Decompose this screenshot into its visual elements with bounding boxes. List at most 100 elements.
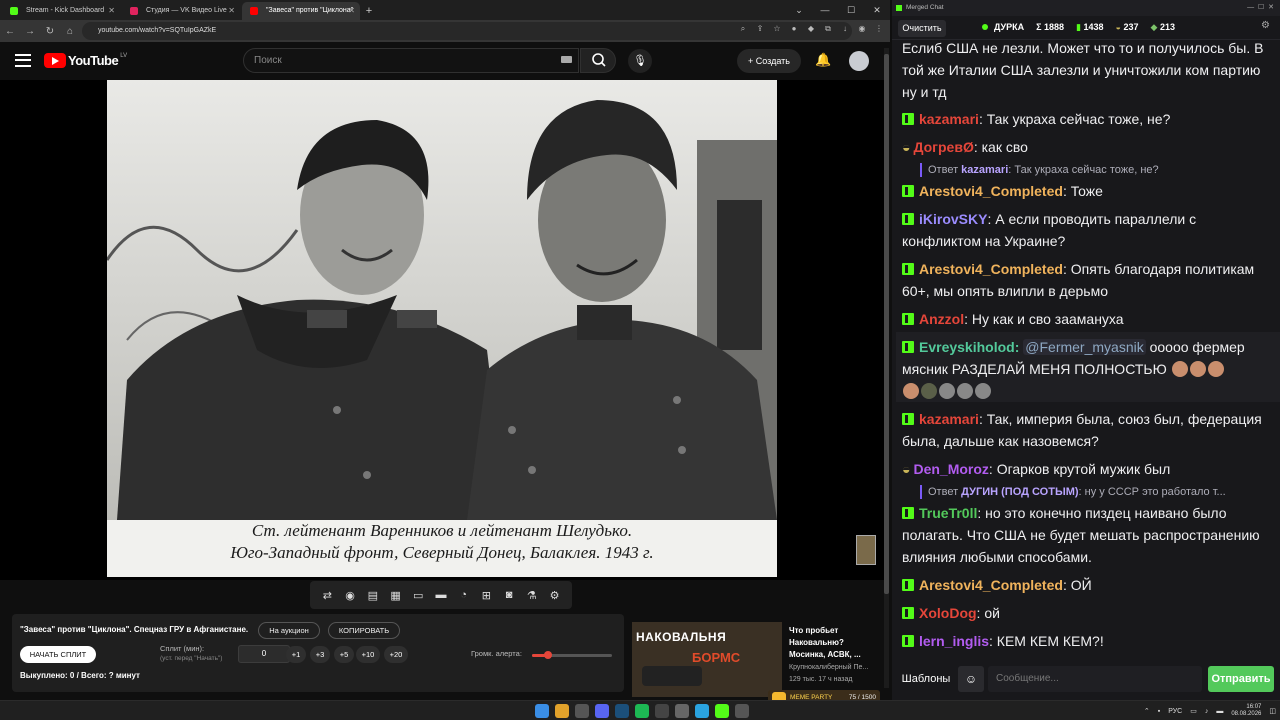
clear-chat-button[interactable]: Очистить — [898, 20, 946, 37]
recommended-channel[interactable]: Крупнокалиберный Пе... — [789, 663, 881, 673]
recommended-video-info[interactable]: Что пробьет Наковальню? Мосинка, АСВК, .… — [789, 625, 881, 685]
reply-user[interactable]: kazamari — [961, 164, 1008, 176]
clock[interactable]: 16:07 08.08.2026 — [1231, 704, 1261, 718]
url-field[interactable]: youtube.com/watch?v=SQTuIpGAZkE — [82, 22, 852, 40]
zoom-icon[interactable]: ⌕ — [738, 23, 748, 35]
clapper-icon[interactable]: ▦ — [389, 589, 403, 602]
tray-arrow-icon[interactable]: ⌃ — [1144, 707, 1150, 715]
add-icon[interactable]: ⊞ — [479, 589, 493, 602]
menu-icon[interactable]: ⋮ — [874, 23, 884, 35]
chat-username[interactable]: Den_Moroz — [913, 461, 988, 477]
battery-icon[interactable]: ▬ — [1216, 708, 1223, 715]
cinema-icon[interactable]: ▬ — [434, 589, 448, 601]
chat-settings-gear-icon[interactable]: ⚙ — [1261, 20, 1270, 31]
avatar[interactable] — [849, 51, 869, 71]
home-icon[interactable]: ⌂ — [60, 26, 80, 37]
forward-icon[interactable]: → — [20, 26, 40, 37]
spotify-icon[interactable] — [635, 704, 649, 718]
chat-username[interactable]: Arestovi4_Completed — [919, 261, 1063, 277]
subtitles-icon[interactable]: ▤ — [366, 589, 380, 602]
tab-youtube-video[interactable]: "Завеса" против "Циклона" ✕ — [242, 2, 360, 20]
send-button[interactable]: Отправить — [1208, 666, 1274, 692]
chrome-icon[interactable] — [555, 704, 569, 718]
extension-icon[interactable]: ● — [789, 23, 799, 35]
chat-username[interactable]: ДогревØ — [913, 139, 973, 155]
camera-icon[interactable]: ◙ — [502, 589, 516, 601]
youtube-logo[interactable]: YouTube LV — [44, 53, 127, 68]
page-scrollbar[interactable] — [884, 48, 889, 688]
share-icon[interactable]: ⇪ — [755, 23, 765, 35]
chat-username[interactable]: kazamari — [919, 111, 979, 127]
kick-app-icon[interactable] — [715, 704, 729, 718]
user-mention[interactable]: @Fermer_myasnik — [1023, 339, 1146, 355]
search-input[interactable]: Поиск — [243, 48, 579, 73]
start-split-button[interactable]: НАЧАТЬ СПЛИТ — [20, 646, 96, 663]
chat-username[interactable]: Arestovi4_Completed — [919, 577, 1063, 593]
create-button[interactable]: + Создать — [737, 49, 801, 73]
keyboard-icon[interactable] — [561, 56, 572, 63]
increment-button[interactable]: +20 — [384, 646, 408, 663]
app-icon[interactable] — [735, 704, 749, 718]
alert-volume-slider[interactable] — [532, 651, 612, 659]
chat-username[interactable]: kazamari — [919, 411, 979, 427]
reply-user[interactable]: ДУГИН (ПОД СОТЫМ) — [961, 486, 1078, 498]
close-tab-icon[interactable]: ✕ — [108, 2, 115, 20]
network-icon[interactable]: ▭ — [1190, 707, 1197, 715]
download-icon[interactable]: ↓ — [840, 23, 850, 35]
speed-icon[interactable]: ◔ — [457, 589, 471, 601]
hamburger-menu-icon[interactable] — [15, 54, 31, 67]
minimize-icon[interactable]: — — [812, 0, 838, 20]
extension-icon[interactable]: ◆ — [806, 23, 816, 35]
gear-icon[interactable]: ⚙ — [548, 589, 562, 602]
chat-username[interactable]: XoloDog — [919, 605, 977, 621]
picture-in-picture-icon[interactable]: ▭ — [411, 589, 425, 602]
app-icon[interactable] — [575, 704, 589, 718]
profile-icon[interactable]: ◉ — [857, 23, 867, 35]
audio-icon[interactable]: ◉ — [343, 589, 357, 602]
chat-username[interactable]: TrueTr0ll — [919, 505, 977, 521]
close-tab-icon[interactable]: ✕ — [228, 2, 235, 20]
reload-icon[interactable]: ↻ — [40, 26, 60, 37]
tray-app-icon[interactable]: ▪ — [1158, 708, 1160, 715]
tab-kick-dashboard[interactable]: Stream - Kick Dashboard ✕ — [2, 2, 120, 20]
volume-icon[interactable]: ♪ — [1205, 708, 1209, 715]
maximize-icon[interactable]: ☐ — [838, 0, 864, 20]
message-input[interactable]: Сообщение... — [988, 666, 1202, 692]
scrollbar-thumb[interactable] — [884, 54, 889, 594]
chat-username[interactable]: Evreyskiholod — [919, 339, 1015, 355]
loop-icon[interactable]: ⇄ — [320, 589, 334, 602]
tab-search-icon[interactable]: ⌄ — [786, 0, 812, 20]
start-windows-icon[interactable] — [535, 704, 549, 718]
slider-handle[interactable] — [544, 651, 552, 659]
chat-username[interactable]: iKirovSKY — [919, 211, 987, 227]
microphone-icon[interactable]: 🎙 — [628, 49, 652, 73]
increment-button[interactable]: +10 — [356, 646, 380, 663]
close-window-icon[interactable]: ✕ — [864, 0, 890, 20]
notifications-bell-icon[interactable]: 🔔 — [815, 52, 831, 68]
miniature-thumbnail[interactable] — [856, 535, 876, 565]
close-tab-icon[interactable]: ✕ — [348, 2, 355, 20]
copy-button[interactable]: КОПИРОВАТЬ — [328, 622, 400, 639]
back-icon[interactable]: ← — [0, 26, 20, 37]
chat-username[interactable]: Anzzol — [919, 311, 964, 327]
recommended-video-thumbnail[interactable]: НАКОВАЛЬНЯ БОРМС — [632, 622, 782, 697]
video-player[interactable]: Ст. лейтенант Варенников и лейтенант Шел… — [0, 80, 884, 580]
chat-username[interactable]: lern_inglis — [919, 633, 989, 649]
obs-icon[interactable] — [655, 704, 669, 718]
tab-vk-studio[interactable]: Студия — VK Видео Live ✕ — [122, 2, 240, 20]
telegram-icon[interactable] — [695, 704, 709, 718]
split-minutes-input[interactable]: 0 — [238, 645, 290, 663]
emoji-icon[interactable]: ☺ — [958, 666, 984, 692]
chat-username[interactable]: Arestovi4_Completed — [919, 183, 1063, 199]
steam-icon[interactable] — [615, 704, 629, 718]
app-icon[interactable] — [675, 704, 689, 718]
discord-icon[interactable] — [595, 704, 609, 718]
language-indicator[interactable]: РУС — [1168, 708, 1182, 715]
puzzle-icon[interactable]: ⧉ — [823, 23, 833, 35]
chat-window-controls[interactable]: — ☐ ✕ — [1247, 0, 1274, 16]
search-button[interactable] — [580, 48, 616, 73]
increment-button[interactable]: +1 — [286, 646, 306, 663]
new-tab-button[interactable]: + — [360, 2, 378, 20]
flask-icon[interactable]: ⚗ — [525, 589, 539, 602]
recommended-title[interactable]: Что пробьет Наковальню? Мосинка, АСВК, .… — [789, 625, 881, 661]
